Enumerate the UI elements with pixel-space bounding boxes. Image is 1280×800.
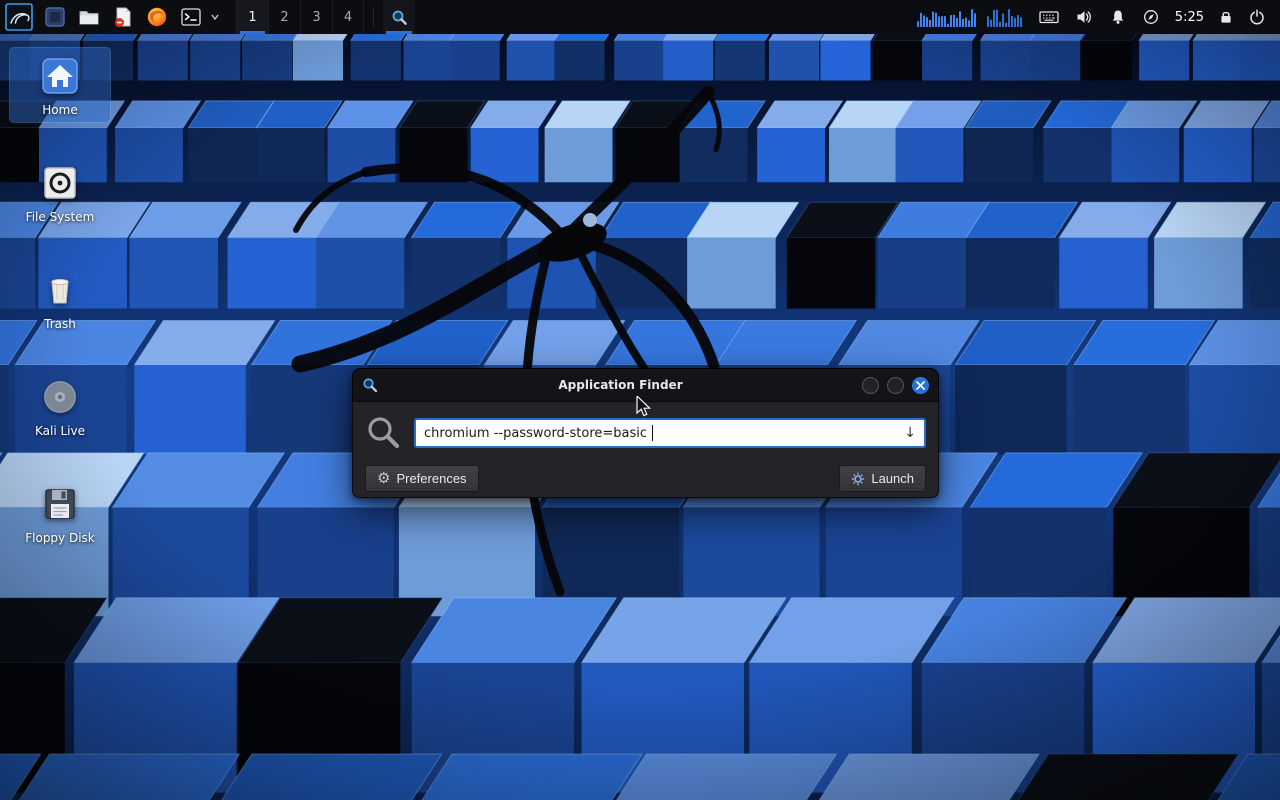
firefox-icon <box>146 6 168 28</box>
activity-graph-icon <box>987 6 1025 28</box>
lock-icon <box>1218 9 1234 25</box>
keyboard-indicator-icon[interactable] <box>1039 9 1059 25</box>
maximize-button[interactable] <box>887 377 904 394</box>
window-icon <box>44 6 66 28</box>
desktop-icon-home[interactable]: Home <box>10 48 110 122</box>
desktop-icon-file-system[interactable]: File System <box>10 155 110 229</box>
launcher-file-manager[interactable] <box>72 0 106 34</box>
minimize-button[interactable] <box>862 377 879 394</box>
magnifier-icon <box>391 9 408 26</box>
folder-icon <box>78 6 100 28</box>
combo-dropdown-icon[interactable]: ↓ <box>904 426 916 440</box>
launcher-text-editor[interactable] <box>106 0 140 34</box>
launch-button[interactable]: Launch <box>839 465 926 492</box>
volume-icon[interactable] <box>1076 9 1093 25</box>
mouse-cursor <box>636 396 656 418</box>
applications-menu-button[interactable] <box>0 0 38 34</box>
desktop-icon-label: Kali Live <box>35 424 85 438</box>
notifications-bell-icon[interactable] <box>1110 9 1126 25</box>
window-title: Application Finder <box>393 378 848 392</box>
close-button[interactable] <box>912 377 929 394</box>
window-controls <box>862 377 929 394</box>
desktop-icon-label: Floppy Disk <box>25 531 95 545</box>
panel-spacer <box>415 0 917 34</box>
launch-icon <box>851 472 865 486</box>
tasklist-application-finder[interactable] <box>383 0 415 34</box>
file-system-icon <box>38 161 82 205</box>
kali-logo-icon <box>5 3 33 31</box>
launcher-dashboard[interactable] <box>38 0 72 34</box>
top-panel: 1 2 3 4 <box>0 0 1280 34</box>
desktop-icon-floppy-disk[interactable]: Floppy Disk <box>10 476 110 550</box>
workspace-switcher: 1 2 3 4 <box>236 0 364 34</box>
desktop-icon-kali-live[interactable]: Kali Live <box>10 369 110 443</box>
chevron-down-icon <box>210 12 220 22</box>
desktop-icon-label: Home <box>42 103 77 117</box>
document-icon <box>112 6 134 28</box>
search-entry[interactable]: chromium --password-store=basic ↓ <box>414 418 926 448</box>
search-entry-text: chromium --password-store=basic <box>424 426 651 441</box>
panel-clock[interactable]: 5:25 <box>1175 0 1204 34</box>
gear-icon: ⚙ <box>377 471 390 486</box>
logout-button[interactable] <box>1249 0 1265 34</box>
desktop-icon-label: File System <box>26 210 95 224</box>
spectrum-graph-icon <box>917 6 979 28</box>
preferences-button-label: Preferences <box>396 471 466 486</box>
terminal-dropdown-button[interactable] <box>208 0 222 34</box>
lock-screen-button[interactable] <box>1218 0 1234 34</box>
panel-separator <box>373 7 374 27</box>
terminal-icon <box>180 6 202 28</box>
system-monitor-graphs[interactable] <box>917 0 1025 34</box>
launcher-terminal[interactable] <box>174 0 208 34</box>
launcher-firefox[interactable] <box>140 0 174 34</box>
floppy-disk-icon <box>38 482 82 526</box>
search-icon <box>365 414 403 452</box>
text-caret <box>652 425 653 441</box>
application-finder-window: Application Finder <box>352 368 939 498</box>
workspace-1[interactable]: 1 <box>236 0 268 34</box>
trash-icon <box>38 268 82 312</box>
power-icon <box>1249 9 1265 25</box>
close-icon <box>916 381 925 390</box>
preferences-button[interactable]: ⚙ Preferences <box>365 465 479 492</box>
status-compass-icon[interactable] <box>1143 9 1159 25</box>
workspace-2[interactable]: 2 <box>268 0 300 34</box>
workspace-4[interactable]: 4 <box>332 0 364 34</box>
desktop-icon-trash[interactable]: Trash <box>10 262 110 336</box>
launch-button-label: Launch <box>871 471 914 486</box>
desktop-icon-label: Trash <box>44 317 76 331</box>
system-tray <box>1039 0 1159 34</box>
kali-live-icon <box>38 375 82 419</box>
application-finder-icon <box>362 377 378 393</box>
workspace-3[interactable]: 3 <box>300 0 332 34</box>
screen: Home File System Trash <box>0 0 1280 800</box>
home-icon <box>38 54 82 98</box>
